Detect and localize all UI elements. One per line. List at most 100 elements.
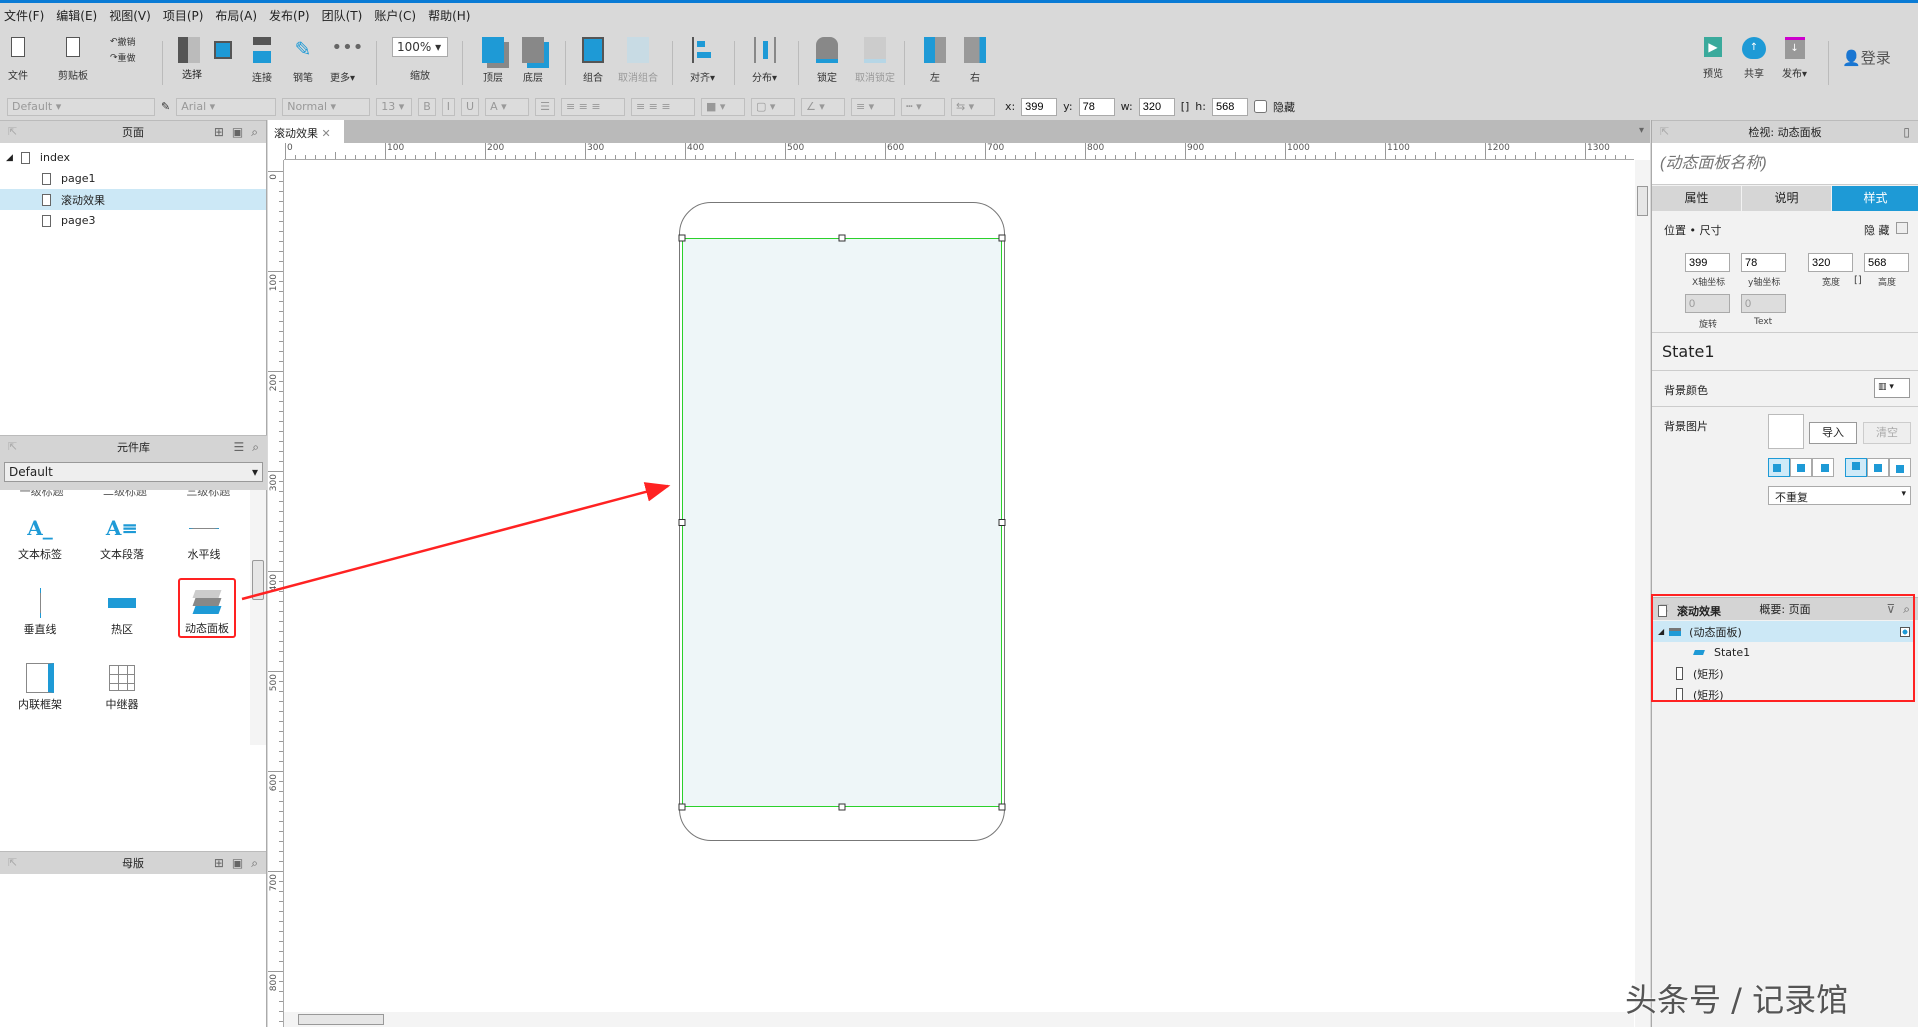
align-right-icon[interactable] [1812, 458, 1834, 477]
resize-handle[interactable] [998, 234, 1006, 242]
vertical-align-group[interactable] [1845, 458, 1911, 477]
login-button[interactable]: 👤登录 [1842, 47, 1891, 68]
x-input[interactable] [1021, 97, 1058, 116]
search-icon[interactable]: ⌕ [252, 440, 259, 455]
line-color-button[interactable]: ∠ ▾ [800, 97, 845, 116]
repeat-select[interactable]: 不重复 ▾ [1768, 486, 1911, 505]
lock-button[interactable]: 锁定 [816, 37, 838, 84]
rotation-input[interactable] [1685, 294, 1730, 313]
ungroup-button[interactable]: 取消组合 [618, 37, 658, 84]
style-select[interactable]: Default ▾ [7, 97, 155, 116]
widget-vertical-line[interactable]: 垂直线 [0, 585, 80, 637]
pen-button[interactable]: ✎ 钢笔 [292, 37, 314, 84]
pin-icon[interactable]: ⇱ [8, 856, 17, 869]
menu-help[interactable]: 帮助(H) [428, 7, 470, 24]
library-select[interactable]: Default ▾ [4, 462, 263, 482]
resize-handle[interactable] [678, 234, 686, 242]
resize-handle[interactable] [678, 803, 686, 811]
menu-edit[interactable]: 编辑(E) [56, 7, 97, 24]
file-button[interactable]: 文件 [8, 37, 28, 82]
preview-button[interactable]: ▶ 预览 [1703, 37, 1723, 80]
page-icon[interactable]: ▯ [1903, 125, 1910, 139]
horizontal-align-group[interactable] [1768, 458, 1834, 477]
font-weight-select[interactable]: Normal ▾ [282, 97, 371, 116]
menu-team[interactable]: 团队(T) [322, 7, 363, 24]
add-page-icon[interactable]: ⊞ [214, 125, 224, 140]
resize-handle[interactable] [678, 519, 686, 526]
import-button[interactable]: 导入 [1809, 422, 1857, 444]
resize-handle[interactable] [998, 803, 1006, 811]
menu-project[interactable]: 项目(P) [163, 7, 204, 24]
y-coordinate-input[interactable] [1741, 253, 1786, 272]
widget-repeater[interactable]: 中继器 [82, 660, 162, 712]
unlock-button[interactable]: 取消锁定 [855, 37, 895, 84]
page-item-index[interactable]: ◢ index [0, 147, 266, 168]
hide-checkbox[interactable] [1253, 100, 1267, 113]
font-size-select[interactable]: 13 ▾ [376, 97, 413, 116]
widget-paragraph[interactable]: A≡ 文本段落 [82, 510, 162, 562]
vertical-scrollbar[interactable] [1635, 160, 1650, 1027]
align-left-icon[interactable] [1768, 458, 1790, 477]
share-button[interactable]: ↑ 共享 [1742, 37, 1766, 80]
page-item-page3[interactable]: page3 [0, 210, 266, 231]
tab-notes[interactable]: 说明 [1742, 186, 1831, 211]
shadow-button[interactable]: ▢ ▾ [750, 97, 795, 116]
bold-button[interactable]: B [418, 97, 436, 116]
add-folder-icon[interactable]: ▣ [232, 125, 243, 140]
add-folder-icon[interactable]: ▣ [232, 856, 243, 871]
menu-account[interactable]: 账户(C) [374, 7, 416, 24]
left-panel-toggle[interactable]: 左 [924, 37, 946, 84]
search-icon[interactable]: ⌕ [251, 856, 258, 871]
font-color-button[interactable]: A ▾ [485, 97, 530, 116]
distribute-button[interactable]: 分布▾ [752, 37, 777, 84]
pin-icon[interactable]: ⇱ [8, 125, 17, 138]
menu-file[interactable]: 文件(F) [4, 7, 44, 24]
y-input[interactable] [1078, 97, 1115, 116]
pin-icon[interactable]: ⇱ [1660, 125, 1669, 138]
menu-view[interactable]: 视图(V) [109, 7, 151, 24]
vertical-align-group[interactable]: ≡ ≡ ≡ [630, 97, 695, 116]
menu-icon[interactable]: ☰ [234, 440, 245, 455]
resize-handle[interactable] [998, 519, 1006, 526]
more-button[interactable]: ••• 更多▾ [330, 37, 363, 84]
lock-ratio-icon[interactable]: [] [1181, 100, 1190, 113]
x-coordinate-input[interactable] [1685, 253, 1730, 272]
zoom-select[interactable]: 100% ▾ [392, 37, 448, 57]
menu-layout[interactable]: 布局(A) [215, 7, 257, 24]
select-button[interactable] [178, 37, 200, 69]
library-scrollbar[interactable] [250, 490, 266, 745]
widget-inline-frame[interactable]: 内联框架 [0, 660, 80, 712]
horizontal-scrollbar[interactable] [284, 1012, 1634, 1027]
align-middle-icon[interactable] [1867, 458, 1889, 477]
tab-style[interactable]: 样式 [1832, 186, 1918, 211]
clear-button[interactable]: 清空 [1863, 422, 1911, 444]
tab-properties[interactable]: 属性 [1652, 186, 1741, 211]
line-style-button[interactable]: ┅ ▾ [900, 97, 945, 116]
zoom-control[interactable]: 100% ▾ 缩放 [392, 37, 448, 82]
bring-to-front-button[interactable]: 顶层 [482, 37, 504, 84]
italic-button[interactable]: I [441, 97, 456, 116]
text-rotation-input[interactable] [1741, 294, 1786, 313]
page-item-scroll-effect[interactable]: 滚动效果 [0, 189, 266, 210]
expand-icon[interactable]: ◢ [6, 153, 13, 163]
search-icon[interactable]: ⌕ [251, 125, 258, 140]
widget-hotspot[interactable]: 热区 [82, 585, 162, 637]
publish-button[interactable]: ↓ 发布▾ [1782, 37, 1807, 80]
w-input[interactable] [1138, 97, 1175, 116]
resize-handle[interactable] [838, 234, 846, 242]
panel-name-input[interactable] [1652, 143, 1918, 185]
arrow-style-button[interactable]: ⇆ ▾ [950, 97, 995, 116]
line-width-button[interactable]: ≡ ▾ [850, 97, 895, 116]
underline-button[interactable]: U [461, 97, 480, 116]
align-bottom-icon[interactable] [1889, 458, 1911, 477]
redo-button[interactable]: ↷ 重做 [110, 51, 136, 65]
align-button[interactable]: 对齐▾ [690, 37, 715, 84]
lock-ratio-icon[interactable]: [] [1854, 275, 1862, 286]
add-master-icon[interactable]: ⊞ [214, 856, 224, 871]
widget-text-label[interactable]: A_ 文本标签 [0, 510, 80, 562]
resize-handle[interactable] [838, 803, 846, 811]
select-contained-button[interactable] [214, 37, 232, 65]
undo-button[interactable]: ↶ 撤销 [110, 35, 136, 49]
group-button[interactable]: 组合 [582, 37, 604, 84]
connect-button[interactable]: 连接 [252, 37, 272, 84]
